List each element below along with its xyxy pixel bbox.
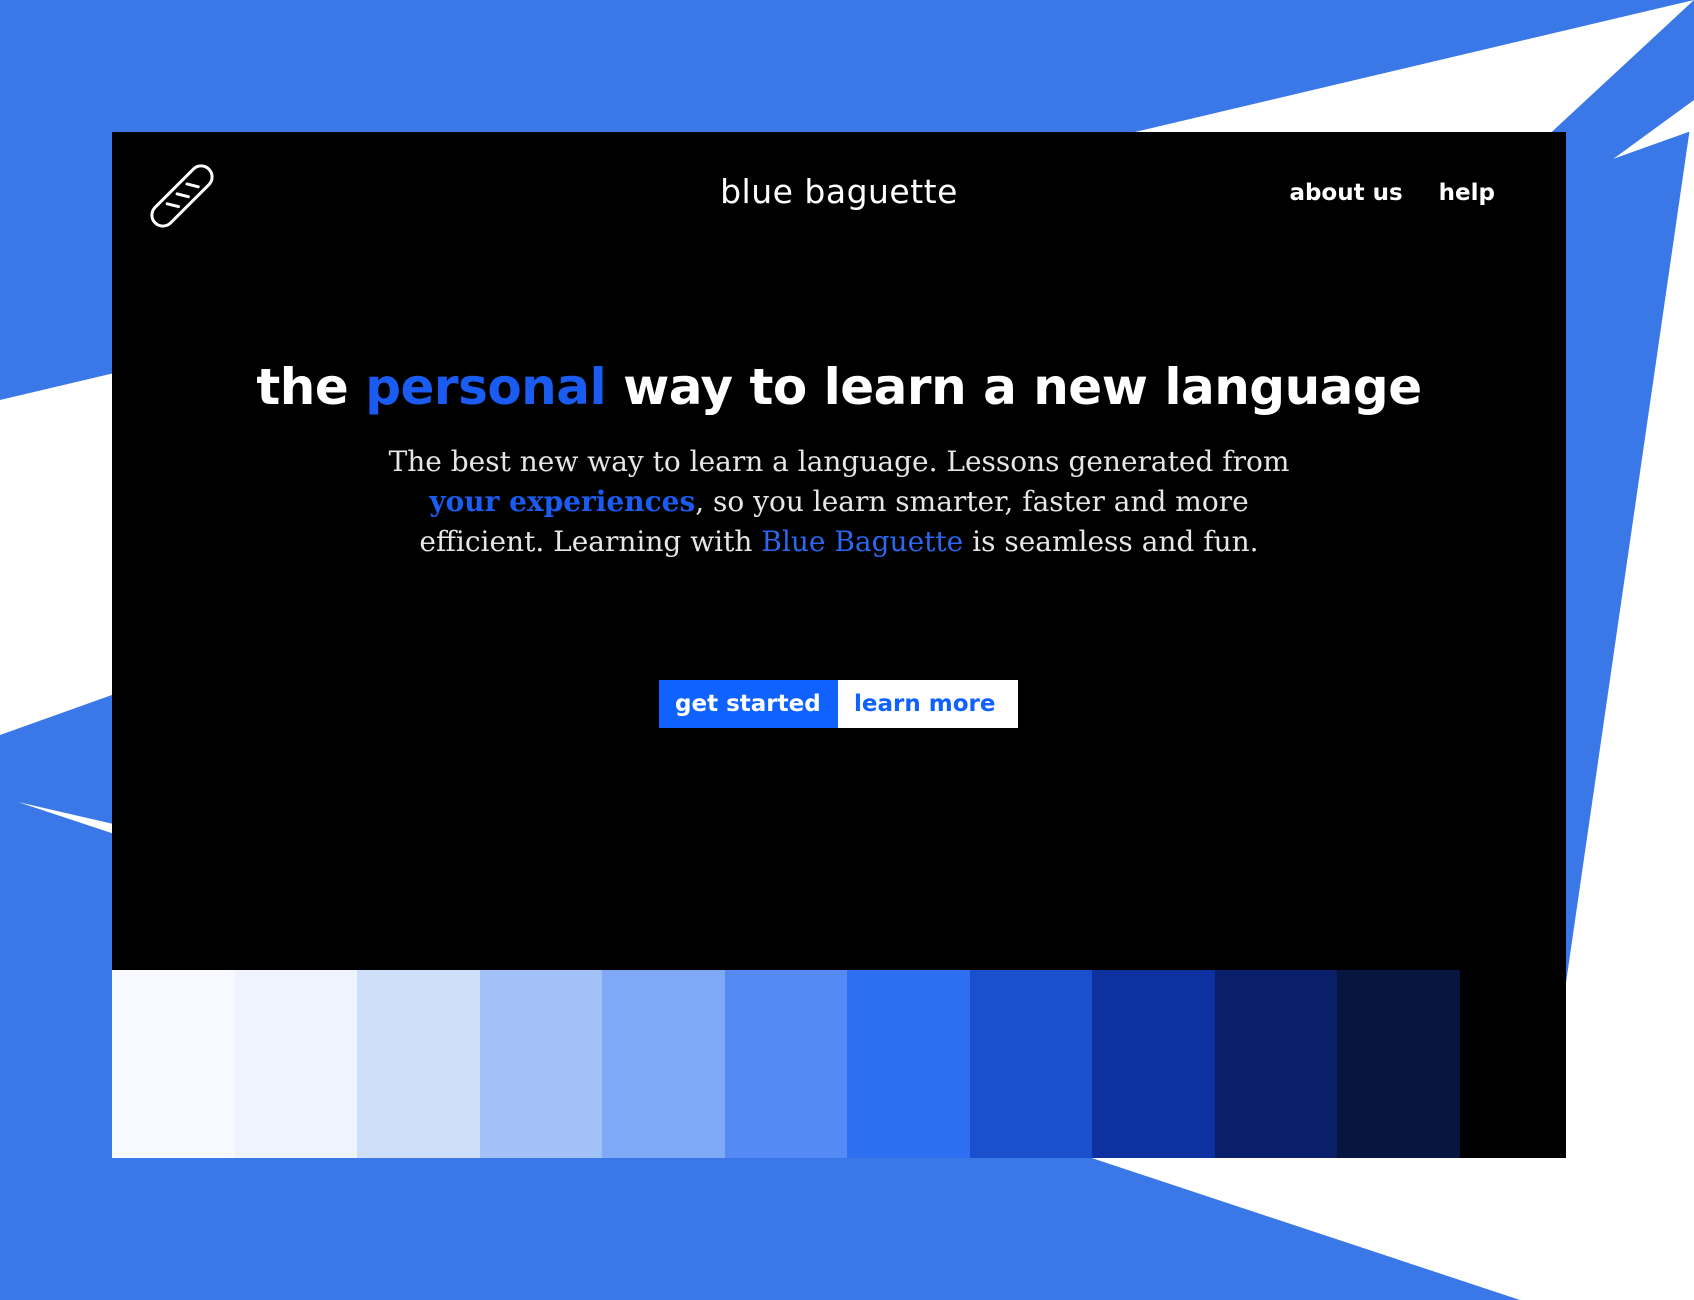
sub-line-1: The best new way to learn a language. Le… [388, 445, 1290, 478]
palette-swatch [969, 970, 1092, 1158]
palette-swatch [602, 970, 725, 1158]
nav-about-us[interactable]: about us [1289, 180, 1402, 206]
palette-swatch [1337, 970, 1460, 1158]
palette-swatch [847, 970, 970, 1158]
top-nav: about us help [1289, 180, 1495, 206]
headline-accent: personal [365, 358, 607, 416]
nav-help[interactable]: help [1439, 180, 1495, 206]
headline-after: way to learn a new language [606, 358, 1422, 416]
learn-more-button[interactable]: learn more [838, 680, 1018, 728]
palette-swatch [1092, 970, 1215, 1158]
sub-line-3-after: is seamless and fun. [963, 525, 1259, 558]
sub-line-3-before: efficient. Learning with [419, 525, 762, 558]
palette-swatch [479, 970, 602, 1158]
sub-line-2: , so you learn smarter, faster and more [695, 485, 1249, 518]
palette-swatch [234, 970, 357, 1158]
sub-accent-bold: your experiences [429, 485, 696, 518]
app-window: blue baguette about us help the personal… [112, 132, 1566, 1158]
hero-headline: the personal way to learn a new language [112, 358, 1566, 416]
hero-description: The best new way to learn a language. Le… [112, 442, 1566, 562]
palette-swatch [724, 970, 847, 1158]
palette-swatch [357, 970, 480, 1158]
cta-group: get started learn more [659, 680, 1018, 728]
color-palette [112, 970, 1460, 1158]
get-started-button[interactable]: get started [659, 680, 838, 728]
sub-accent: Blue Baguette [761, 525, 964, 558]
palette-swatch [1214, 970, 1337, 1158]
palette-swatch [112, 970, 235, 1158]
headline-before: the [256, 358, 366, 416]
